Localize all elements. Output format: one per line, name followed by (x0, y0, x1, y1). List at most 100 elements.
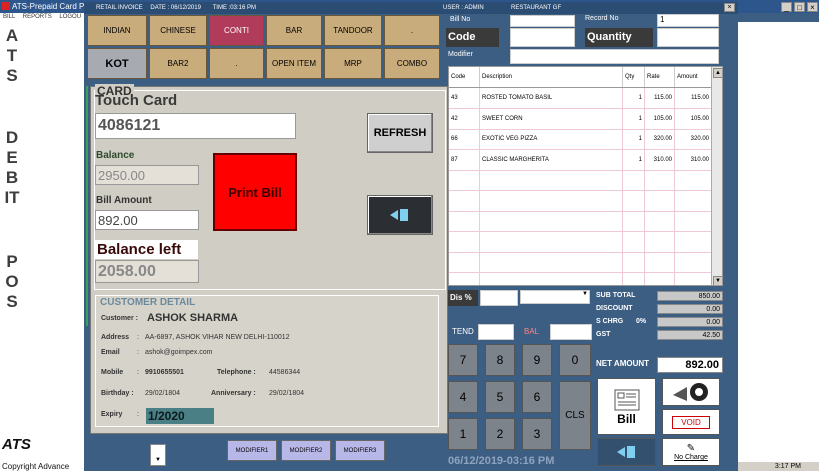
tend-input[interactable] (478, 324, 514, 340)
category-blank-button-1[interactable]: . (384, 15, 440, 46)
modifier1-button[interactable]: MODIFIER1 (227, 440, 277, 461)
table-row[interactable] (449, 190, 712, 212)
category-blank-button-2[interactable]: . (209, 48, 264, 79)
cell-rate (645, 252, 675, 272)
bal-label: BAL (524, 327, 540, 336)
customer-name: ASHOK SHARMA (147, 312, 239, 324)
void-button[interactable]: VOID (662, 409, 720, 435)
touch-card-input[interactable]: 4086121 (95, 113, 296, 139)
table-row[interactable]: 43 ROSTED TOMATO BASIL 1 115.00 115.00 (449, 88, 712, 109)
keypad-clear-button[interactable]: CLS (559, 381, 591, 450)
scroll-up-arrow-icon[interactable]: ▲ (713, 68, 722, 78)
keypad-6[interactable]: 6 (522, 381, 552, 413)
cell-code: 42 (449, 108, 480, 129)
table-row[interactable]: 66 EXOTIC VEG PIZZA 1 320.00 320.00 (449, 129, 712, 150)
category-bar2-button[interactable]: BAR2 (149, 48, 207, 79)
exit-button[interactable] (597, 438, 656, 466)
keypad-9[interactable]: 9 (522, 344, 552, 376)
keypad-2[interactable]: 2 (485, 418, 515, 450)
record-no-input[interactable]: 1 (657, 14, 719, 27)
menu-bill[interactable]: BILL (3, 14, 15, 20)
category-combo-button[interactable]: COMBO (384, 48, 440, 79)
no-charge-button[interactable]: ✎ No Charge (662, 438, 720, 466)
table-row[interactable] (449, 231, 712, 253)
scroll-down-arrow-icon[interactable]: ▼ (713, 276, 722, 285)
user-label: USER : ADMIN (443, 5, 484, 11)
table-row[interactable] (449, 170, 712, 191)
bill-no-label: Bill No (450, 16, 471, 23)
email-separator: : (137, 349, 139, 356)
code-input[interactable] (510, 28, 575, 47)
app-icon (2, 2, 10, 10)
table-row[interactable] (449, 272, 712, 285)
category-chinese-button[interactable]: CHINESE (149, 15, 207, 46)
modifier-scroll-button[interactable]: ▼ (150, 444, 166, 466)
kot-button[interactable]: KOT (87, 48, 147, 79)
birthday-label: Birthday : (101, 390, 134, 397)
col-description: Description (480, 67, 623, 87)
email-label: Email (101, 349, 120, 356)
category-bar-button[interactable]: BAR (266, 15, 322, 46)
cell-code (449, 231, 480, 252)
minimize-button[interactable]: _ (781, 2, 792, 12)
table-row[interactable] (449, 211, 712, 232)
keypad-5[interactable]: 5 (485, 381, 515, 413)
bill-button[interactable]: Bill (597, 378, 656, 435)
category-open-item-button[interactable]: OPEN ITEM (266, 48, 322, 79)
cell-description: CLASSIC MARGHERITA (480, 149, 623, 170)
modifier-input[interactable] (510, 49, 719, 64)
modifier3-button[interactable]: MODIFIER3 (335, 440, 385, 461)
card-exit-button[interactable] (367, 195, 433, 235)
cell-rate: 320.00 (645, 129, 675, 149)
cell-rate (645, 231, 675, 252)
keypad-4[interactable]: 4 (448, 381, 478, 413)
bill-amount-input[interactable]: 892.00 (95, 210, 199, 230)
refresh-button[interactable]: REFRESH (367, 113, 433, 153)
menu-logout[interactable]: LOGOU (59, 14, 81, 20)
invoice-title: RETAIL INVOICE (96, 5, 143, 11)
balance-left-input: 2058.00 (95, 260, 199, 283)
quantity-input[interactable] (657, 28, 719, 47)
category-mrp-button[interactable]: MRP (324, 48, 382, 79)
copyright-text: Copyright Advance (2, 462, 70, 471)
address-value: AA-6897, ASHOK VIHAR NEW DELHI-110012 (145, 334, 290, 341)
discount-type-select[interactable]: ▼ (520, 290, 590, 304)
customer-label: Customer : (101, 315, 138, 322)
maximize-button[interactable]: □ (794, 2, 805, 12)
table-row[interactable]: 87 CLASSIC MARGHERITA 1 310.00 310.00 (449, 149, 712, 171)
inner-close-button[interactable]: × (724, 3, 735, 12)
table-header: Code Description Qty Rate Amount (449, 67, 712, 88)
left-accent-line (86, 86, 88, 326)
cell-amount (675, 211, 712, 231)
keypad-1[interactable]: 1 (448, 418, 478, 450)
restaurant-label: RESTAURANT GF (511, 5, 562, 11)
bill-no-input[interactable] (510, 15, 575, 27)
exit-icon (616, 446, 635, 458)
keypad-7[interactable]: 7 (448, 344, 478, 376)
print-bill-button[interactable]: Print Bill (213, 153, 297, 231)
keypad-0[interactable]: 0 (559, 344, 591, 376)
cell-amount (675, 252, 712, 272)
keypad-3[interactable]: 3 (522, 418, 552, 450)
expiry-separator: : (137, 411, 139, 418)
cell-amount (675, 231, 712, 252)
cell-description (480, 252, 623, 272)
category-conti-button[interactable]: CONTI (209, 15, 264, 46)
table-scrollbar[interactable]: ▲ ▼ (711, 67, 722, 285)
col-code: Code (449, 67, 480, 87)
menu-reports[interactable]: REPORTS (23, 14, 52, 20)
keypad-8[interactable]: 8 (485, 344, 515, 376)
category-indian-button[interactable]: INDIAN (87, 15, 147, 46)
right-side-panel (738, 22, 819, 471)
discount-percent-input[interactable] (480, 290, 518, 306)
bal-input[interactable] (550, 324, 592, 340)
settings-button[interactable] (662, 378, 720, 406)
category-tandoor-button[interactable]: TANDOOR (324, 15, 382, 46)
discount-value: 0.00 (657, 304, 723, 314)
modifier2-button[interactable]: MODIFIER2 (281, 440, 331, 461)
ats-logo: ATS (2, 436, 31, 453)
close-button[interactable]: × (807, 2, 818, 12)
table-row[interactable] (449, 252, 712, 273)
table-row[interactable]: 42 SWEET CORN 1 105.00 105.00 (449, 108, 712, 130)
edit-icon: ✎ (686, 443, 696, 454)
